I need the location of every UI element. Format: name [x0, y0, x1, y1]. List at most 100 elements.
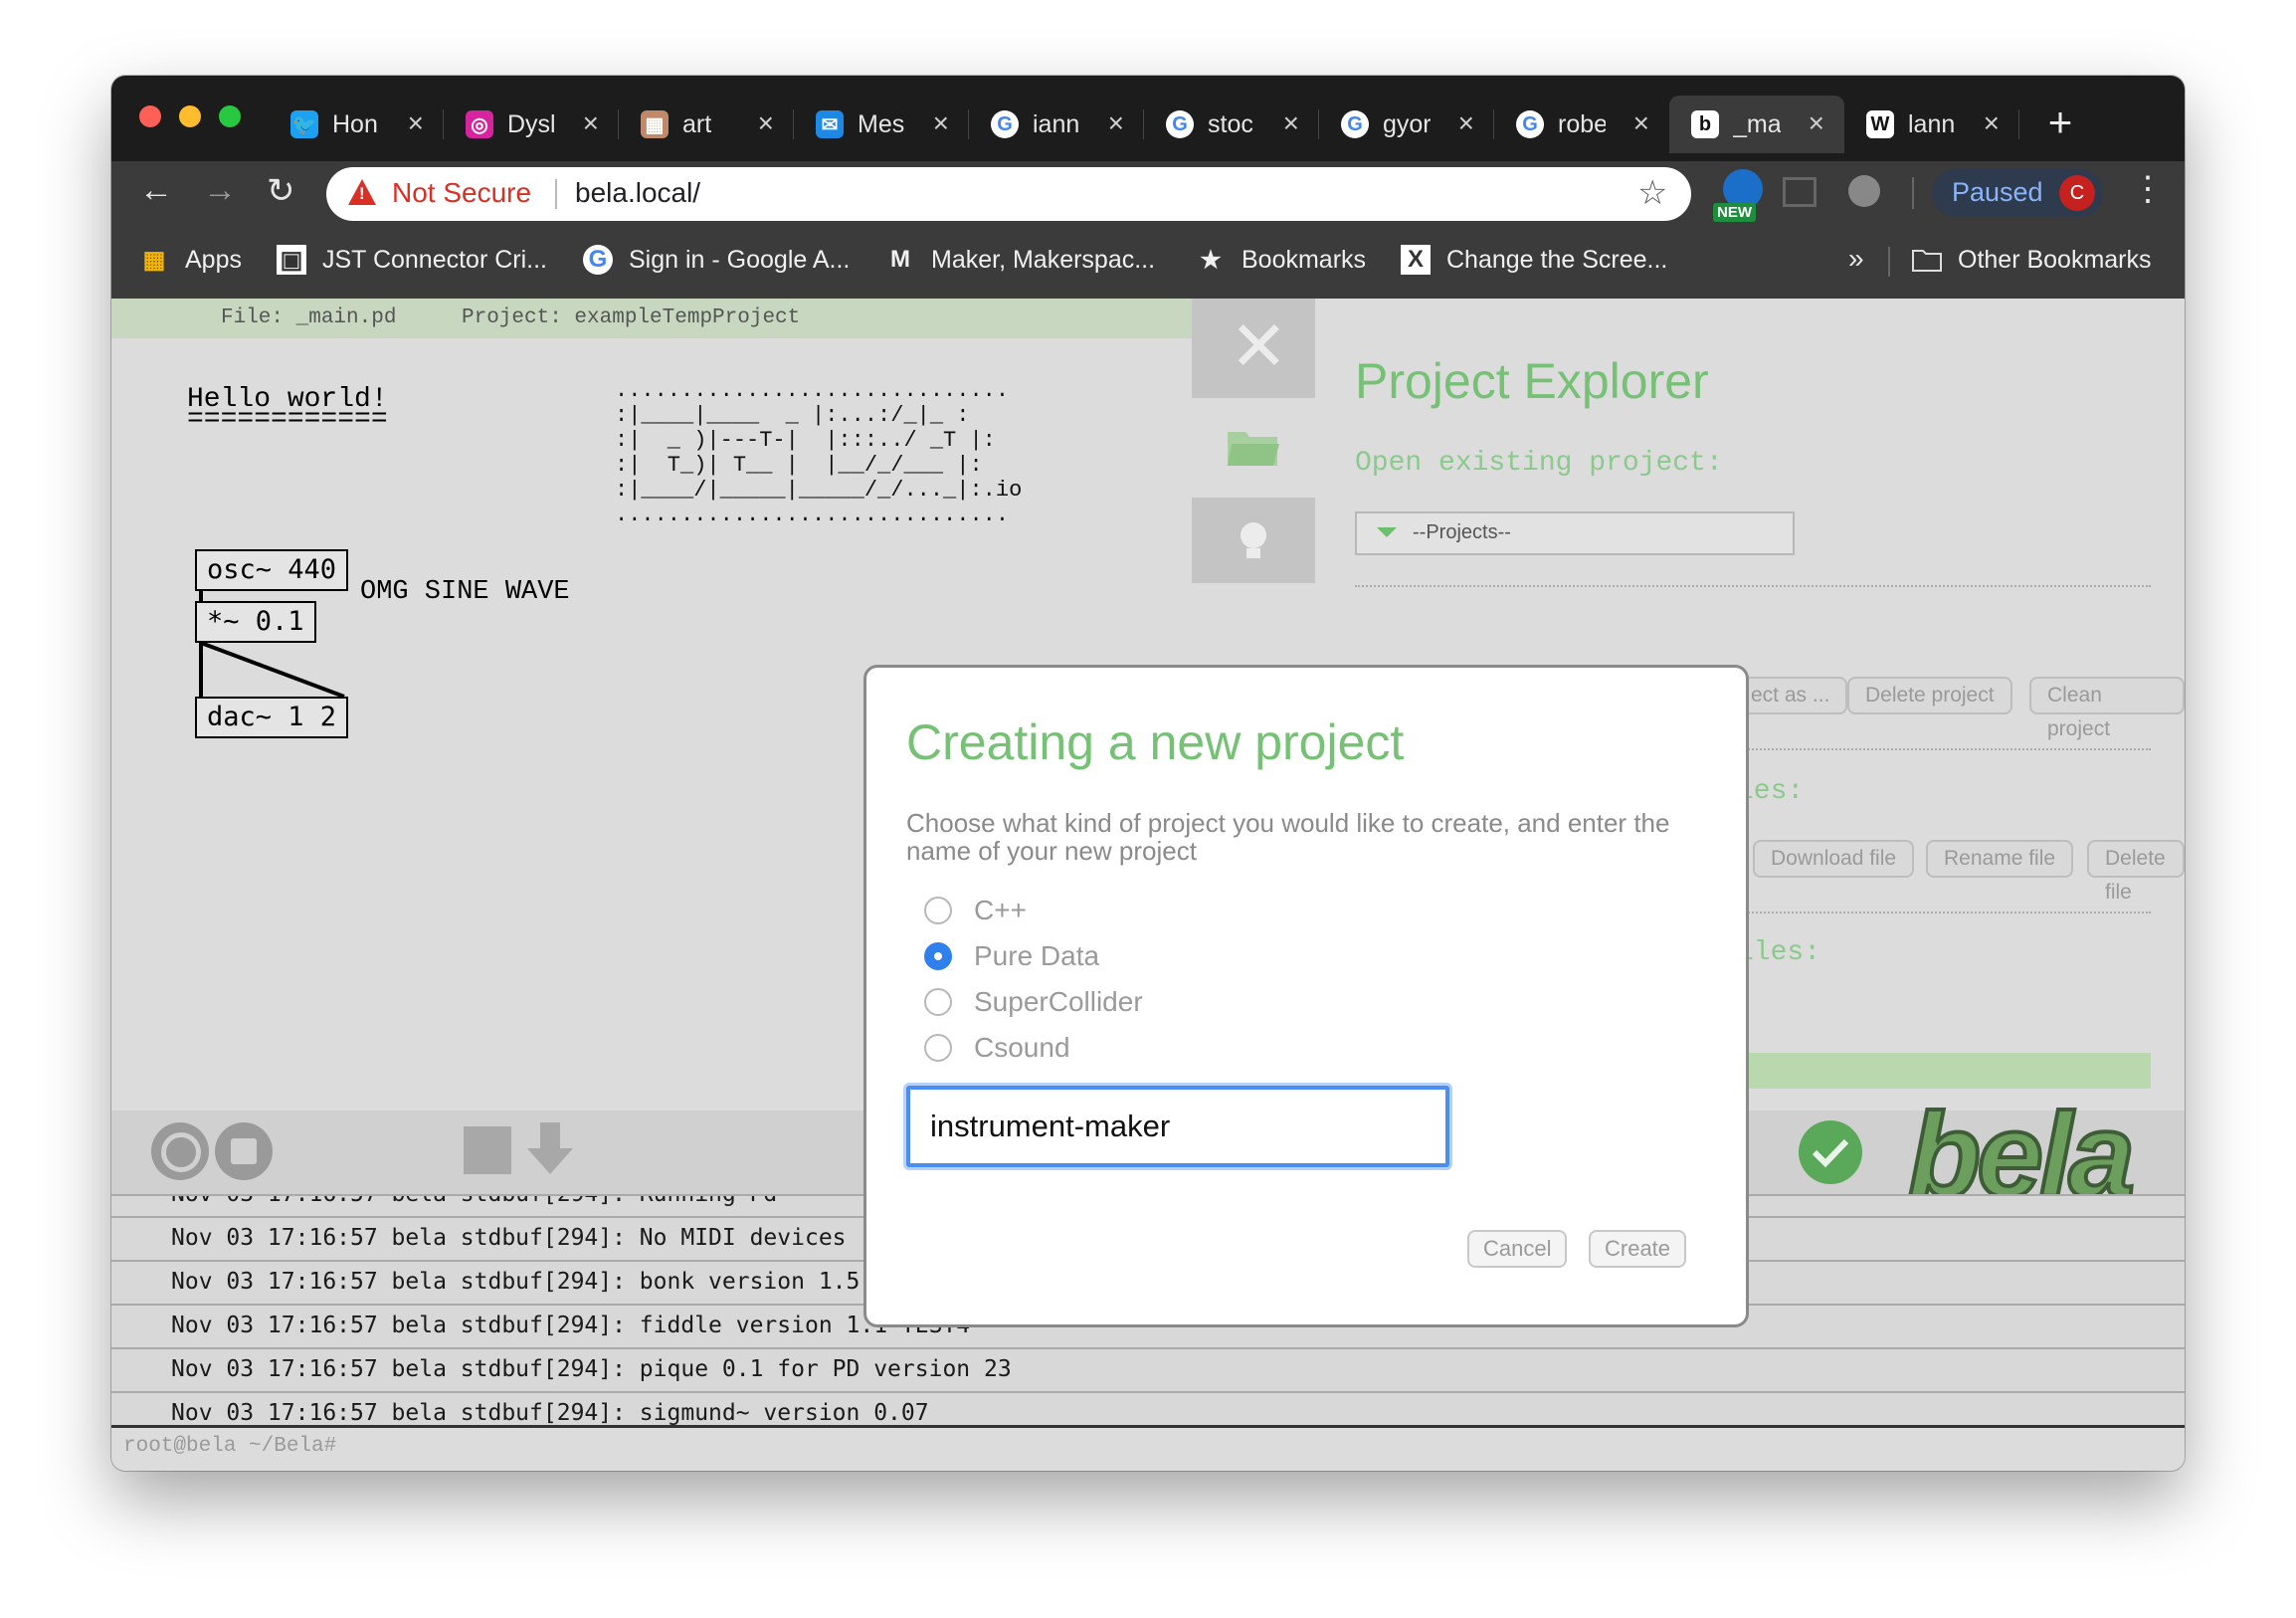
projects-select-value: --Projects-- — [1413, 521, 1511, 543]
delete-project-button[interactable]: Delete project — [1847, 677, 2012, 714]
bookmark-item[interactable]: ★ Bookmarks — [1196, 245, 1366, 275]
extension-circle-icon[interactable] — [1848, 175, 1880, 207]
browser-tab[interactable]: ✉ Mes × — [794, 96, 969, 153]
tab-close-icon[interactable]: × — [758, 107, 774, 139]
radio-csound[interactable] — [924, 1034, 952, 1062]
project-explorer-tab[interactable] — [1192, 398, 1315, 498]
bookmark-item[interactable]: G Sign in - Google A... — [583, 245, 850, 275]
tab-title: stoc — [1208, 109, 1253, 138]
rename-file-button[interactable]: Rename file — [1926, 840, 2074, 878]
reload-icon[interactable]: ↻ — [267, 171, 295, 211]
extension-grid-icon[interactable] — [1783, 177, 1817, 207]
explorer-green-bar — [1713, 1053, 2151, 1089]
browser-tab[interactable]: Giann × — [969, 96, 1144, 153]
stop-button[interactable] — [215, 1122, 273, 1180]
tab-separator — [2018, 109, 2019, 139]
bookmarks-bar: ▦ Apps ▣ JST Connector Cri... G Sign in - Goo… — [111, 227, 2185, 300]
bookmark-label: Change the Scree... — [1446, 245, 1668, 274]
google-icon: G — [1341, 110, 1369, 138]
minimize-window-button[interactable] — [179, 105, 201, 127]
tab-close-icon[interactable]: × — [408, 107, 424, 139]
radio-supercollider[interactable] — [924, 988, 952, 1016]
option-cpp[interactable]: C++ — [924, 895, 1027, 926]
other-bookmarks-button[interactable]: Other Bookmarks — [1912, 245, 2152, 275]
apps-grid-icon: ▦ — [142, 246, 166, 274]
option-pure-data[interactable]: Pure Data — [924, 940, 1099, 972]
address-bar[interactable]: ! Not Secure bela.local/ ☆ — [326, 167, 1691, 221]
google-icon: G — [991, 110, 1019, 138]
project-name-input[interactable] — [906, 1086, 1449, 1167]
console-line-text: Nov 03 17:16:57 bela stdbuf[294]: No MID… — [171, 1225, 847, 1251]
forward-icon[interactable]: → — [203, 171, 237, 210]
tab-close-icon[interactable]: × — [1458, 107, 1474, 139]
tab-close-icon[interactable]: × — [1108, 107, 1124, 139]
tab-close-icon[interactable]: × — [1283, 107, 1299, 139]
paused-label: Paused — [1952, 177, 2043, 207]
radio-pure-data[interactable] — [924, 942, 952, 970]
browser-tab[interactable]: ◎ Dysl × — [444, 96, 619, 153]
warning-exclamation-icon: ! — [359, 184, 365, 203]
browser-tab[interactable]: Grobe × — [1494, 96, 1669, 153]
radio-cpp[interactable] — [924, 897, 952, 924]
create-button[interactable]: Create — [1589, 1230, 1687, 1268]
console-line-text: Nov 03 17:16:57 bela stdbuf[294]: pique … — [171, 1356, 1012, 1382]
bookmarks-overflow-button[interactable]: » — [1848, 243, 1864, 275]
console-divider — [111, 1425, 2185, 1428]
bookmark-label: Apps — [185, 245, 242, 274]
new-file-icon[interactable] — [464, 1126, 511, 1174]
bookmark-item[interactable]: ▦ Apps — [139, 245, 242, 275]
instagram-icon: ◎ — [466, 110, 493, 138]
browser-tab[interactable]: ▦ art × — [619, 96, 794, 153]
tab-close-icon[interactable]: × — [583, 107, 599, 139]
projects-select[interactable]: --Projects-- — [1355, 511, 1795, 555]
dialog-description: Choose what kind of project you would li… — [906, 808, 1670, 866]
bookmark-item[interactable]: M Maker, Makerspac... — [885, 245, 1155, 275]
tab-close-icon[interactable]: × — [1633, 107, 1649, 139]
ideas-tab[interactable] — [1192, 498, 1315, 583]
browser-tab[interactable]: Ggyor × — [1319, 96, 1494, 153]
profile-avatar[interactable]: C — [2059, 175, 2095, 211]
delete-file-button[interactable]: Delete file — [2087, 840, 2185, 904]
option-pure-data-label: Pure Data — [974, 940, 1100, 971]
bookmark-item[interactable]: ▣ JST Connector Cri... — [277, 245, 547, 275]
option-supercollider[interactable]: SuperCollider — [924, 986, 1143, 1018]
browser-tab[interactable]: Wlann × — [1844, 96, 2019, 153]
download-icon[interactable] — [525, 1120, 575, 1178]
zoom-window-button[interactable] — [219, 105, 241, 127]
tab-close-icon[interactable]: × — [1809, 107, 1824, 139]
menu-dots-icon[interactable]: ⋮ — [2131, 169, 2165, 209]
browser-tab[interactable]: Gstoc × — [1144, 96, 1319, 153]
shell-prompt[interactable]: root@bela ~/Bela# — [123, 1435, 336, 1458]
security-label[interactable]: Not Secure — [392, 177, 531, 209]
cancel-button[interactable]: Cancel — [1467, 1230, 1568, 1268]
close-window-button[interactable] — [139, 105, 161, 127]
close-icon: ✕ — [1230, 307, 1288, 385]
run-button[interactable] — [151, 1122, 209, 1180]
open-project-label: Open existing project: — [1355, 448, 1723, 479]
back-icon[interactable]: ← — [139, 171, 173, 210]
url-text[interactable]: bela.local/ — [575, 177, 700, 209]
other-files-section-label: iles: — [1737, 937, 1821, 968]
bookmark-item[interactable]: X Change the Scree... — [1401, 245, 1667, 275]
browser-tab[interactable]: b _ma × — [1669, 96, 1844, 153]
build-status-check-icon — [1799, 1120, 1862, 1184]
medium-icon: M — [890, 246, 910, 273]
dialog-title: Creating a new project — [906, 714, 1405, 770]
tab-close-icon[interactable]: × — [1984, 107, 2000, 139]
option-cpp-label: C++ — [974, 895, 1027, 925]
bookmark-star-icon[interactable]: ☆ — [1637, 173, 1667, 213]
clean-project-button[interactable]: Clean project — [2029, 677, 2185, 740]
paused-sync-button[interactable]: Paused C — [1932, 169, 2103, 217]
close-panel-button[interactable]: ✕ — [1192, 299, 1315, 398]
download-file-button[interactable]: Download file — [1753, 840, 1915, 878]
browser-tab[interactable]: 🐦 Hon × — [269, 96, 444, 153]
restart-icon — [161, 1132, 201, 1172]
new-tab-button[interactable]: + — [2035, 98, 2085, 147]
option-csound-label: Csound — [974, 1032, 1070, 1063]
messenger-icon: ✉ — [816, 110, 844, 138]
tab-title: Hon — [332, 109, 378, 138]
save-project-as-button[interactable]: ect as ... — [1733, 677, 1848, 714]
option-csound[interactable]: Csound — [924, 1032, 1070, 1064]
console-line-text: Nov 03 17:16:57 bela stdbuf[294]: sigmun… — [171, 1400, 929, 1426]
tab-close-icon[interactable]: × — [933, 107, 949, 139]
